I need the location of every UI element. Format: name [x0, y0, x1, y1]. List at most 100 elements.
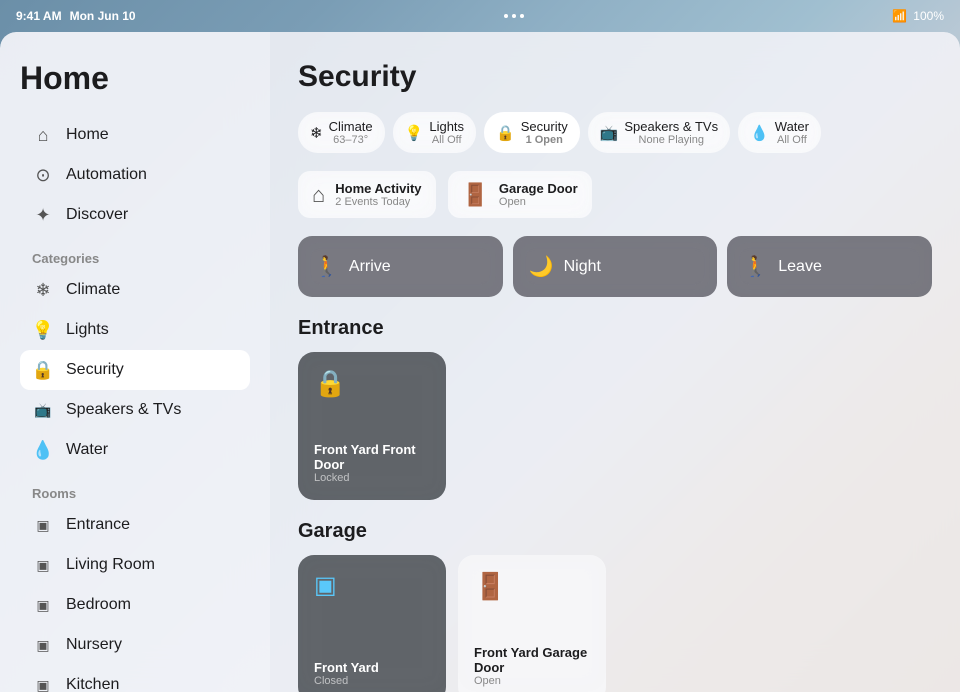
categories-label: Categories [20, 235, 250, 270]
lights-icon: 💡 [32, 319, 54, 341]
front-yard-icon: ▣ [314, 571, 430, 600]
sidebar-label-living-room: Living Room [66, 556, 155, 574]
scene-leave-label: Leave [778, 258, 822, 276]
home-activity-icon: ⌂ [312, 182, 325, 208]
sidebar-label-bedroom: Bedroom [66, 596, 131, 614]
security-icon: 🔒 [32, 359, 54, 381]
living-room-icon: ▣ [32, 554, 54, 576]
tab-security-icon: 🔒 [496, 124, 515, 142]
tab-security[interactable]: 🔒 Security 1 Open [484, 112, 580, 153]
sidebar-label-discover: Discover [66, 206, 128, 224]
category-tabs: ❄ Climate 63–73° 💡 Lights All Off 🔒 Secu… [298, 112, 932, 153]
info-cards-row: ⌂ Home Activity 2 Events Today 🚪 Garage … [298, 171, 932, 218]
main-content: Security ❄ Climate 63–73° 💡 Lights All O… [270, 32, 960, 692]
tab-speakers-label: Speakers & TVs [624, 119, 718, 134]
tab-water-sub: All Off [775, 134, 809, 146]
automation-icon: ⊙ [32, 164, 54, 186]
info-card-garage-door[interactable]: 🚪 Garage Door Open [448, 171, 592, 218]
sidebar-item-water[interactable]: 💧 Water [20, 430, 250, 470]
status-dot-2 [512, 14, 516, 18]
sidebar-label-nursery: Nursery [66, 636, 122, 654]
sidebar-item-entrance[interactable]: ▣ Entrance [20, 505, 250, 545]
discover-icon: ✦ [32, 204, 54, 226]
info-card-home-activity[interactable]: ⌂ Home Activity 2 Events Today [298, 171, 436, 218]
tab-water[interactable]: 💧 Water All Off [738, 112, 821, 153]
home-icon: ⌂ [32, 124, 54, 146]
garage-door-sub: Open [499, 196, 578, 208]
tab-climate-sub: 63–73° [329, 134, 373, 146]
scene-arrive-label: Arrive [349, 258, 391, 276]
sidebar-label-water: Water [66, 441, 108, 459]
tab-security-sub: 1 Open [521, 134, 568, 146]
status-right: 📶 100% [892, 9, 944, 23]
scene-night-label: Night [564, 258, 601, 276]
status-center-dots [504, 14, 524, 18]
garage-door-device-status: Open [474, 675, 590, 687]
sidebar-item-automation[interactable]: ⊙ Automation [20, 155, 250, 195]
garage-door-text: Garage Door Open [499, 181, 578, 208]
climate-icon: ❄ [32, 279, 54, 301]
sidebar: Home ⌂ Home ⊙ Automation ✦ Discover Cate… [0, 32, 270, 692]
sidebar-item-living-room[interactable]: ▣ Living Room [20, 545, 250, 585]
home-activity-text: Home Activity 2 Events Today [335, 181, 421, 208]
home-activity-title: Home Activity [335, 181, 421, 196]
front-door-status: Locked [314, 472, 430, 484]
sidebar-item-climate[interactable]: ❄ Climate [20, 270, 250, 310]
device-card-front-yard-garage-door[interactable]: 🚪 Front Yard Garage Door Open [458, 555, 606, 692]
sidebar-item-lights[interactable]: 💡 Lights [20, 310, 250, 350]
sidebar-item-kitchen[interactable]: ▣ Kitchen [20, 665, 250, 692]
arrive-icon: 🚶 [314, 254, 339, 279]
sidebar-label-home: Home [66, 126, 109, 144]
device-card-front-yard-front-door[interactable]: 🔒 Front Yard Front Door Locked [298, 352, 446, 500]
sidebar-label-security: Security [66, 361, 124, 379]
scene-night-button[interactable]: 🌙 Night [513, 236, 718, 297]
device-card-front-yard[interactable]: ▣ Front Yard Closed [298, 555, 446, 692]
entrance-device-grid: 🔒 Front Yard Front Door Locked [298, 352, 932, 500]
status-date: Mon Jun 10 [70, 9, 136, 23]
sidebar-item-bedroom[interactable]: ▣ Bedroom [20, 585, 250, 625]
status-dot-1 [504, 14, 508, 18]
status-bar: 9:41 AM Mon Jun 10 📶 100% [0, 0, 960, 32]
tab-lights-label: Lights [429, 119, 464, 134]
nursery-icon: ▣ [32, 634, 54, 656]
garage-door-title: Garage Door [499, 181, 578, 196]
sidebar-title: Home [20, 60, 250, 97]
sidebar-label-kitchen: Kitchen [66, 676, 119, 692]
tab-climate[interactable]: ❄ Climate 63–73° [298, 112, 385, 153]
sidebar-label-speakers: Speakers & TVs [66, 401, 181, 419]
sidebar-label-lights: Lights [66, 321, 109, 339]
kitchen-icon: ▣ [32, 674, 54, 692]
leave-icon: 🚶 [743, 254, 768, 279]
sidebar-item-discover[interactable]: ✦ Discover [20, 195, 250, 235]
sidebar-item-nursery[interactable]: ▣ Nursery [20, 625, 250, 665]
status-dot-3 [520, 14, 524, 18]
app-container: Home ⌂ Home ⊙ Automation ✦ Discover Cate… [0, 32, 960, 692]
sidebar-item-security[interactable]: 🔒 Security [20, 350, 250, 390]
sidebar-item-home[interactable]: ⌂ Home [20, 115, 250, 155]
garage-device-grid: ▣ Front Yard Closed 🚪 Front Yard Garage … [298, 555, 932, 692]
front-yard-status: Closed [314, 675, 430, 687]
tab-speakers[interactable]: 📺 Speakers & TVs None Playing [588, 112, 730, 153]
bedroom-icon: ▣ [32, 594, 54, 616]
tab-water-label: Water [775, 119, 809, 134]
section-entrance-label: Entrance [298, 317, 932, 340]
tab-lights[interactable]: 💡 Lights All Off [393, 112, 476, 153]
garage-door-icon: 🚪 [462, 182, 489, 208]
scenes-row: 🚶 Arrive 🌙 Night 🚶 Leave [298, 236, 932, 297]
home-activity-sub: 2 Events Today [335, 196, 421, 208]
scene-leave-button[interactable]: 🚶 Leave [727, 236, 932, 297]
garage-door-device-icon: 🚪 [474, 571, 590, 602]
night-icon: 🌙 [529, 254, 554, 279]
tab-water-icon: 💧 [750, 124, 769, 142]
main-title: Security [298, 60, 932, 94]
sidebar-label-entrance: Entrance [66, 516, 130, 534]
tab-speakers-icon: 📺 [600, 124, 619, 142]
entrance-room-icon: ▣ [32, 514, 54, 536]
tab-security-label: Security [521, 119, 568, 134]
garage-door-device-name: Front Yard Garage Door [474, 645, 590, 675]
status-time: 9:41 AM [16, 9, 62, 23]
scene-arrive-button[interactable]: 🚶 Arrive [298, 236, 503, 297]
wifi-icon: 📶 [892, 9, 907, 23]
sidebar-item-speakers[interactable]: 📺 Speakers & TVs [20, 390, 250, 430]
water-icon: 💧 [32, 439, 54, 461]
